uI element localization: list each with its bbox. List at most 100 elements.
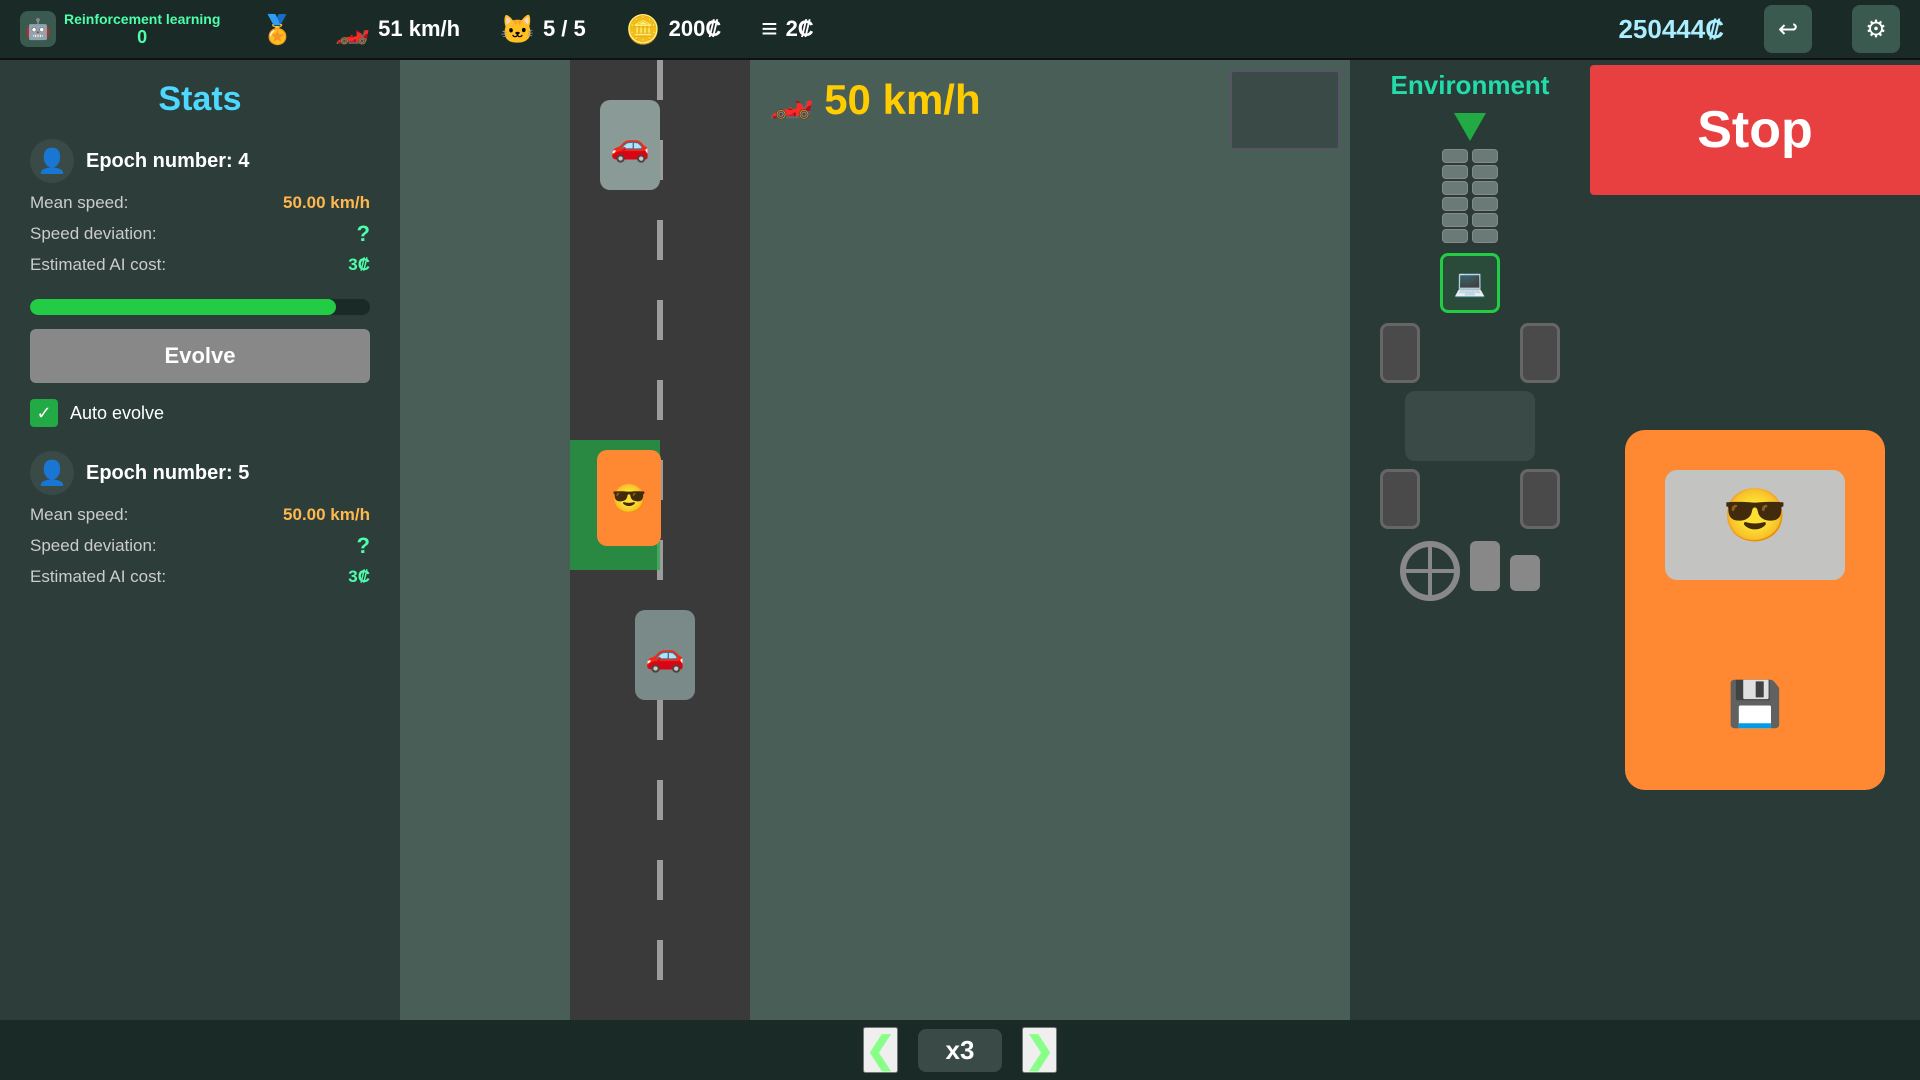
top-bar: 🤖 Reinforcement learning 0 🏅 🏎️ 51 km/h … bbox=[0, 0, 1920, 60]
cpu-chip: 💻 bbox=[1440, 253, 1500, 313]
ai-cost-val-2: 3₡ bbox=[348, 567, 370, 587]
progress-bar-wrap bbox=[30, 299, 370, 315]
epoch-1-header: 👤 Epoch number: 4 bbox=[30, 139, 370, 183]
env-arrow-down bbox=[1454, 113, 1486, 141]
net-node bbox=[1442, 213, 1468, 227]
game-area: 🏎️ 50 km/h 🚗 😎 🚗 bbox=[400, 60, 1350, 1020]
speed-dev-key-1: Speed deviation: bbox=[30, 224, 157, 244]
speed-multiplier: x3 bbox=[918, 1029, 1003, 1072]
net-node bbox=[1472, 213, 1498, 227]
stats-panel: Stats 👤 Epoch number: 4 Mean speed: 50.0… bbox=[0, 60, 400, 1020]
net-node bbox=[1472, 181, 1498, 195]
epoch-2-block: 👤 Epoch number: 5 Mean speed: 50.00 km/h… bbox=[30, 451, 370, 587]
speed-display-value: 50 km/h bbox=[824, 76, 980, 124]
net-node bbox=[1442, 181, 1468, 195]
ai-cost-row-1: Estimated AI cost: 3₡ bbox=[30, 255, 370, 275]
mean-speed-key-1: Mean speed: bbox=[30, 193, 128, 213]
main-content: Stats 👤 Epoch number: 4 Mean speed: 50.0… bbox=[0, 60, 1920, 1020]
award-icon: 🏅 bbox=[260, 13, 295, 46]
ai-cost-val-1: 3₡ bbox=[348, 255, 370, 275]
big-car-cat-icon: 😎 bbox=[1723, 485, 1788, 546]
mean-speed-row-1: Mean speed: 50.00 km/h bbox=[30, 193, 370, 213]
epoch-2-header: 👤 Epoch number: 5 bbox=[30, 451, 370, 495]
mean-speed-val-1: 50.00 km/h bbox=[283, 193, 370, 213]
mode-indicator: 🤖 Reinforcement learning 0 bbox=[20, 11, 220, 48]
npc-car-1: 🚗 bbox=[600, 100, 660, 190]
speed-value: 51 km/h bbox=[378, 16, 460, 42]
epoch-2-icon: 👤 bbox=[30, 451, 74, 495]
stop-button[interactable]: Stop bbox=[1590, 65, 1920, 195]
mini-map bbox=[1230, 70, 1340, 150]
speed-dev-key-2: Speed deviation: bbox=[30, 536, 157, 556]
mode-value: 0 bbox=[64, 27, 220, 48]
ai-cost-row-2: Estimated AI cost: 3₡ bbox=[30, 567, 370, 587]
bottom-bar: ❮ x3 ❯ bbox=[0, 1020, 1920, 1080]
npc-car-2: 🚗 bbox=[635, 610, 695, 700]
stacks-value: 2₡ bbox=[786, 16, 814, 42]
net-node bbox=[1442, 165, 1468, 179]
net-node bbox=[1442, 149, 1468, 163]
speed-stat: 🏎️ 51 km/h bbox=[335, 13, 460, 46]
speed-gauge-icon: 🏎️ bbox=[769, 79, 814, 121]
wheel-tr bbox=[1520, 323, 1560, 383]
controls-row bbox=[1400, 541, 1540, 601]
speed-dev-row-2: Speed deviation: ? bbox=[30, 533, 370, 559]
environment-title: Environment bbox=[1391, 70, 1550, 101]
ai-cost-key-1: Estimated AI cost: bbox=[30, 255, 166, 275]
right-car-panel: 😎 💾 bbox=[1590, 60, 1920, 1020]
net-node bbox=[1442, 229, 1468, 243]
environment-panel: Environment bbox=[1350, 60, 1590, 1020]
epoch-2-label: Epoch number: 5 bbox=[86, 462, 249, 485]
net-node bbox=[1472, 197, 1498, 211]
mean-speed-row-2: Mean speed: 50.00 km/h bbox=[30, 505, 370, 525]
bottom-wheels bbox=[1380, 469, 1560, 529]
car-body-diag bbox=[1405, 391, 1535, 461]
mean-speed-key-2: Mean speed: bbox=[30, 505, 128, 525]
player-car: 😎 bbox=[597, 450, 661, 546]
back-button[interactable]: ↩ bbox=[1764, 5, 1812, 53]
stats-title: Stats bbox=[30, 80, 370, 119]
speed-decrease-button[interactable]: ❮ bbox=[863, 1027, 897, 1073]
top-wheels bbox=[1380, 323, 1560, 383]
cats-stat: 🐱 5 / 5 bbox=[500, 13, 586, 46]
net-node bbox=[1472, 149, 1498, 163]
total-currency: 250444₡ bbox=[1618, 14, 1724, 45]
net-node bbox=[1472, 165, 1498, 179]
epoch-1-block: 👤 Epoch number: 4 Mean speed: 50.00 km/h… bbox=[30, 139, 370, 275]
stack-icon: ≡ bbox=[761, 13, 777, 45]
epoch-1-label: Epoch number: 4 bbox=[86, 150, 249, 173]
auto-evolve-checkbox[interactable]: ✓ bbox=[30, 399, 58, 427]
cats-value: 5 / 5 bbox=[543, 16, 586, 42]
epoch-1-icon: 👤 bbox=[30, 139, 74, 183]
cat-icon: 🐱 bbox=[500, 13, 535, 46]
pedal-2 bbox=[1510, 555, 1540, 591]
net-node bbox=[1442, 197, 1468, 211]
pedal-1 bbox=[1470, 541, 1500, 591]
speed-dev-val-1: ? bbox=[357, 221, 370, 247]
total-coins-value: 250444₡ bbox=[1618, 14, 1724, 44]
network-inputs bbox=[1442, 149, 1498, 243]
wheel-bl bbox=[1380, 469, 1420, 529]
stacks-stat: ≡ 2₡ bbox=[761, 13, 813, 45]
big-car-chip-icon: 💾 bbox=[1728, 678, 1783, 730]
speed-increase-button[interactable]: ❯ bbox=[1022, 1027, 1056, 1073]
wheel-br bbox=[1520, 469, 1560, 529]
auto-evolve-label: Auto evolve bbox=[70, 403, 164, 424]
speed-dev-val-2: ? bbox=[357, 533, 370, 559]
progress-bar-fill bbox=[30, 299, 336, 315]
mean-speed-val-2: 50.00 km/h bbox=[283, 505, 370, 525]
award-stat: 🏅 bbox=[260, 13, 295, 46]
speed-dev-row-1: Speed deviation: ? bbox=[30, 221, 370, 247]
steering-wheel bbox=[1400, 541, 1460, 601]
mode-icon: 🤖 bbox=[20, 11, 56, 47]
mode-title: Reinforcement learning bbox=[64, 11, 220, 27]
coin-icon: 🪙 bbox=[626, 13, 661, 46]
auto-evolve-row: ✓ Auto evolve bbox=[30, 399, 370, 427]
settings-button[interactable]: ⚙ bbox=[1852, 5, 1900, 53]
wheel-tl bbox=[1380, 323, 1420, 383]
coins-value: 200₡ bbox=[669, 16, 722, 42]
evolve-button[interactable]: Evolve bbox=[30, 329, 370, 383]
net-node bbox=[1472, 229, 1498, 243]
speed-display: 🏎️ 50 km/h bbox=[769, 76, 980, 124]
ai-cost-key-2: Estimated AI cost: bbox=[30, 567, 166, 587]
